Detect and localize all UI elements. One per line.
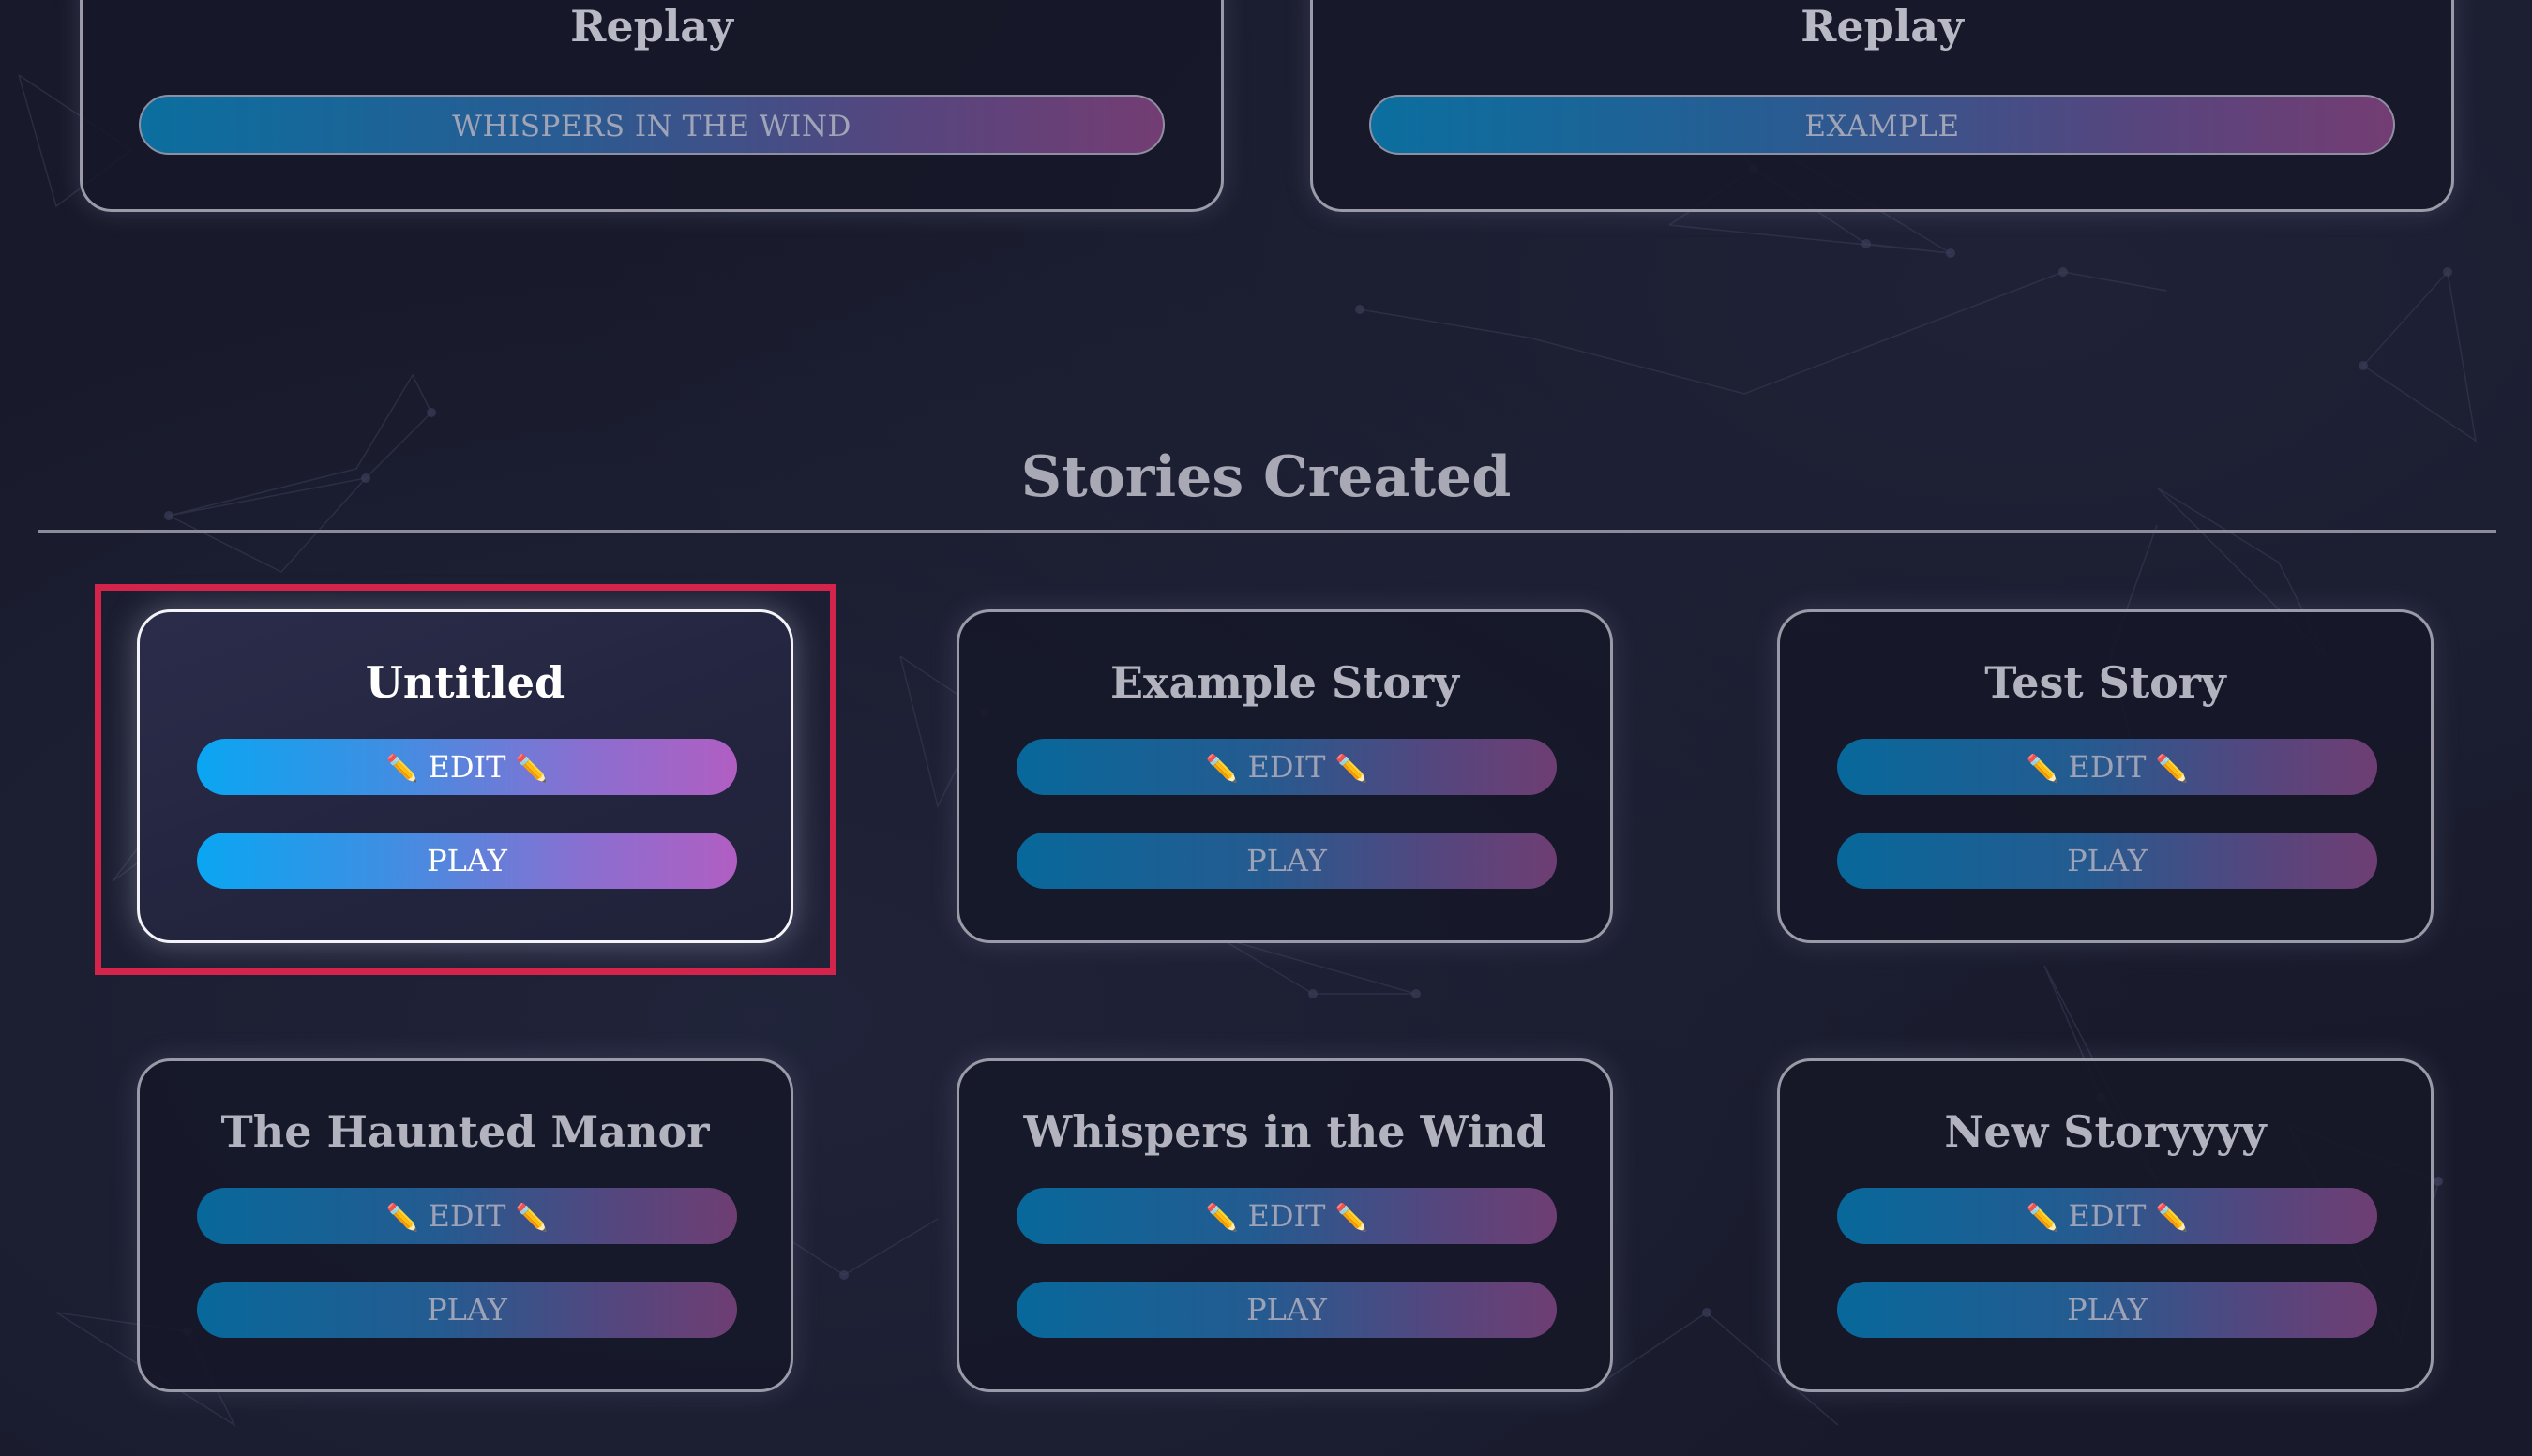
story-card[interactable]: Whispers in the Wind ✏️ EDIT ✏️ PLAY xyxy=(957,1058,1613,1392)
story-card[interactable]: New Storyyyy ✏️ EDIT ✏️ PLAY xyxy=(1777,1058,2434,1392)
story-title: Whispers in the Wind xyxy=(1023,1106,1546,1157)
play-button[interactable]: PLAY xyxy=(1837,1282,2377,1338)
replay-card: Replay WHISPERS IN THE WIND xyxy=(80,0,1224,212)
play-button[interactable]: PLAY xyxy=(1017,833,1557,889)
page: Replay WHISPERS IN THE WIND Replay EXAMP… xyxy=(0,0,2532,1456)
story-title: Example Story xyxy=(1110,657,1459,708)
play-button[interactable]: PLAY xyxy=(1837,833,2377,889)
replay-title: Replay xyxy=(570,1,733,52)
edit-button[interactable]: ✏️ EDIT ✏️ xyxy=(1837,739,2377,795)
edit-button[interactable]: ✏️ EDIT ✏️ xyxy=(1837,1188,2377,1244)
edit-button[interactable]: ✏️ EDIT ✏️ xyxy=(197,1188,737,1244)
edit-button[interactable]: ✏️ EDIT ✏️ xyxy=(1017,739,1557,795)
pencil-icon: ✏️ xyxy=(1205,753,1239,784)
replay-card: Replay EXAMPLE xyxy=(1310,0,2454,212)
replay-button[interactable]: EXAMPLE xyxy=(1369,95,2395,155)
edit-button[interactable]: ✏️ EDIT ✏️ xyxy=(1017,1188,1557,1244)
story-card[interactable]: Test Story ✏️ EDIT ✏️ PLAY xyxy=(1777,609,2434,943)
pencil-icon: ✏️ xyxy=(2026,753,2059,784)
edit-label: EDIT xyxy=(2068,749,2147,785)
story-title: Test Story xyxy=(1984,657,2226,708)
section-divider xyxy=(38,530,2496,533)
pencil-icon: ✏️ xyxy=(1334,1202,1368,1233)
pencil-icon: ✏️ xyxy=(385,1202,419,1233)
edit-label: EDIT xyxy=(428,1198,506,1234)
play-button[interactable]: PLAY xyxy=(197,1282,737,1338)
pencil-icon: ✏️ xyxy=(2026,1202,2059,1233)
pencil-icon: ✏️ xyxy=(1205,1202,1239,1233)
pencil-icon: ✏️ xyxy=(1334,753,1368,784)
story-card[interactable]: The Haunted Manor ✏️ EDIT ✏️ PLAY xyxy=(137,1058,793,1392)
replay-title: Replay xyxy=(1801,1,1964,52)
story-card[interactable]: Example Story ✏️ EDIT ✏️ PLAY xyxy=(957,609,1613,943)
section-title: Stories Created xyxy=(1020,444,1512,510)
edit-label: EDIT xyxy=(1247,1198,1326,1234)
pencil-icon: ✏️ xyxy=(2155,753,2189,784)
edit-label: EDIT xyxy=(2068,1198,2147,1234)
pencil-icon: ✏️ xyxy=(515,1202,549,1233)
selection-highlight xyxy=(95,584,836,975)
play-button[interactable]: PLAY xyxy=(1017,1282,1557,1338)
story-title: The Haunted Manor xyxy=(220,1106,710,1157)
story-title: New Storyyyy xyxy=(1944,1106,2267,1157)
replay-button[interactable]: WHISPERS IN THE WIND xyxy=(139,95,1165,155)
edit-label: EDIT xyxy=(1247,749,1326,785)
pencil-icon: ✏️ xyxy=(2155,1202,2189,1233)
